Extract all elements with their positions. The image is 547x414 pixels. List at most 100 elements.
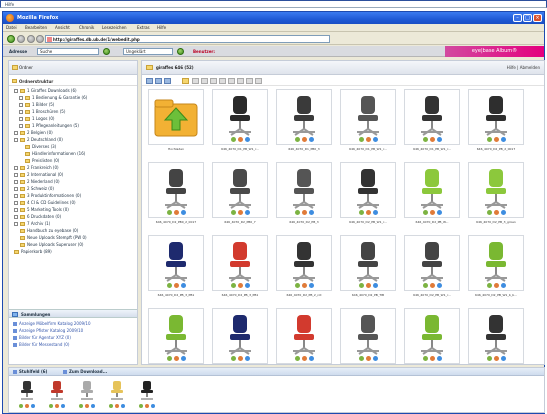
info-icon[interactable] [501, 137, 506, 142]
tab-stuhlfeld[interactable]: Stuhlfeld (6) [11, 369, 49, 375]
filter-go-icon[interactable] [177, 48, 184, 55]
tree-item[interactable]: 2 Schweiz (0) [14, 185, 54, 192]
remove-icon[interactable] [55, 404, 59, 408]
url-bar[interactable]: http://giraffes.db.ub.de/1/webedit.php [45, 35, 330, 43]
expand-icon[interactable] [14, 208, 18, 212]
asset-thumbnail[interactable] [404, 308, 460, 364]
download-icon[interactable] [494, 356, 499, 361]
download-icon[interactable] [430, 137, 435, 142]
lightbox-add-icon[interactable] [359, 210, 364, 215]
tree-item[interactable]: 2 Deutschland (0) [14, 136, 63, 143]
upload-thumbnail[interactable] [148, 89, 204, 145]
tree-item[interactable]: 2 Belgien (0) [14, 129, 53, 136]
download-icon[interactable] [174, 356, 179, 361]
upload-icon[interactable] [149, 90, 203, 144]
collection-item[interactable]: Anzeige Pfister Katalog 2009/10 [13, 328, 83, 334]
expand-icon[interactable] [14, 180, 18, 184]
lightbox-add-icon[interactable] [109, 404, 113, 408]
info-icon[interactable] [151, 404, 155, 408]
tray-item[interactable] [45, 379, 69, 411]
search-go-icon[interactable] [103, 48, 110, 55]
lightbox-add-icon[interactable] [19, 404, 23, 408]
download-icon[interactable] [430, 210, 435, 215]
info-icon[interactable] [309, 137, 314, 142]
asset-card[interactable]: 646_4070_D2_PB_W1_b_b... [468, 235, 524, 305]
asset-card[interactable]: 646_4070_D2_PB0_7 [212, 162, 268, 232]
reload-icon[interactable] [27, 35, 35, 43]
download-icon[interactable] [174, 210, 179, 215]
asset-thumbnail[interactable] [212, 89, 268, 145]
asset-card[interactable]: 646_4070_D2_PB_3_PB1 [212, 235, 268, 305]
download-icon[interactable] [494, 137, 499, 142]
lightbox-add-icon[interactable] [295, 137, 300, 142]
asset-thumbnail[interactable] [404, 89, 460, 145]
download-icon[interactable] [494, 283, 499, 288]
tree-item[interactable]: Handbuch zu eyebase (0) [20, 227, 78, 234]
tree-item[interactable]: 1 Bedienung & Garantie (6) [19, 94, 87, 101]
asset-thumbnail[interactable] [468, 235, 524, 291]
info-icon[interactable] [373, 283, 378, 288]
collection-item[interactable]: Bilder für Messestand (0) [13, 342, 69, 348]
lightbox-add-icon[interactable] [423, 356, 428, 361]
expand-icon[interactable] [14, 173, 18, 177]
maximize-icon[interactable]: □ [523, 14, 532, 22]
expand-icon[interactable] [19, 117, 23, 121]
expand-icon[interactable] [14, 201, 18, 205]
download-icon[interactable] [366, 283, 371, 288]
info-icon[interactable] [91, 404, 95, 408]
asset-card[interactable]: 646_4070_D1_PB_W1_r... [340, 89, 396, 159]
download-icon[interactable] [238, 210, 243, 215]
lightbox-add-icon[interactable] [423, 283, 428, 288]
title-bar[interactable]: Mozilla Firefox – □ × [3, 12, 544, 24]
info-icon[interactable] [373, 210, 378, 215]
menu-lesezeichen[interactable]: Lesezeichen [102, 25, 127, 30]
info-icon[interactable] [245, 137, 250, 142]
tray-item[interactable] [15, 379, 39, 411]
help-logout-links[interactable]: Hilfe | Abmelden [507, 65, 540, 70]
info-icon[interactable] [373, 356, 378, 361]
asset-thumbnail[interactable] [340, 308, 396, 364]
asset-thumbnail[interactable] [468, 308, 524, 364]
view-grid-icon[interactable] [146, 78, 153, 84]
tree-item[interactable]: 1 Logos (0) [19, 115, 54, 122]
menu-chronik[interactable]: Chronik [79, 25, 94, 30]
info-icon[interactable] [181, 210, 186, 215]
expand-icon[interactable] [19, 103, 23, 107]
collections-header[interactable]: Sammlungen [9, 309, 137, 318]
tree-item[interactable]: Neue Uploads Superuser (0) [20, 241, 83, 248]
remove-icon[interactable] [145, 404, 149, 408]
download-icon[interactable] [366, 210, 371, 215]
asset-thumbnail[interactable] [212, 235, 268, 291]
asset-thumbnail[interactable] [276, 235, 332, 291]
asset-card[interactable]: 646_4070_D2_PB0_2_0017 [148, 162, 204, 232]
lightbox-add-icon[interactable] [359, 283, 364, 288]
lightbox-add-icon[interactable] [231, 356, 236, 361]
tree-item[interactable]: 2 Frankreich (0) [14, 164, 59, 171]
expand-icon[interactable] [14, 215, 18, 219]
asset-card[interactable]: 646_4070_D2_PB_3_PB1 [148, 235, 204, 305]
lightbox-add-icon[interactable] [231, 137, 236, 142]
collection-item[interactable]: Anzeige Möbelfirm Katalog 2009/10 [13, 321, 91, 327]
lightbox-add-icon[interactable] [423, 210, 428, 215]
lightbox-add-icon[interactable] [79, 404, 83, 408]
info-icon[interactable] [501, 210, 506, 215]
view-list-icon[interactable] [155, 78, 162, 84]
asset-card[interactable]: 646_4070_D1_PB_W1_r... [212, 89, 268, 159]
expand-icon[interactable] [14, 166, 18, 170]
expand-icon[interactable] [14, 138, 18, 142]
asset-thumbnail[interactable] [276, 89, 332, 145]
lightbox-add-icon[interactable] [49, 404, 53, 408]
tree-item[interactable]: 2 International (0) [14, 171, 63, 178]
folder-structure-title[interactable]: Ordnerstruktur [19, 79, 53, 84]
expand-icon[interactable] [14, 131, 18, 135]
lightbox-add-icon[interactable] [167, 356, 172, 361]
collection-item[interactable]: Bilder für Agentur XYZ (0) [13, 335, 71, 341]
forward-icon[interactable] [17, 35, 25, 43]
tree-item[interactable]: 1 Pflegeanleitungen (5) [19, 122, 79, 129]
download-icon[interactable] [238, 283, 243, 288]
download-icon[interactable] [366, 356, 371, 361]
tree-item[interactable]: 5 Marketing Tools (0) [14, 206, 69, 213]
info-icon[interactable] [501, 283, 506, 288]
download-icon[interactable] [238, 137, 243, 142]
delete-icon[interactable] [228, 78, 235, 84]
